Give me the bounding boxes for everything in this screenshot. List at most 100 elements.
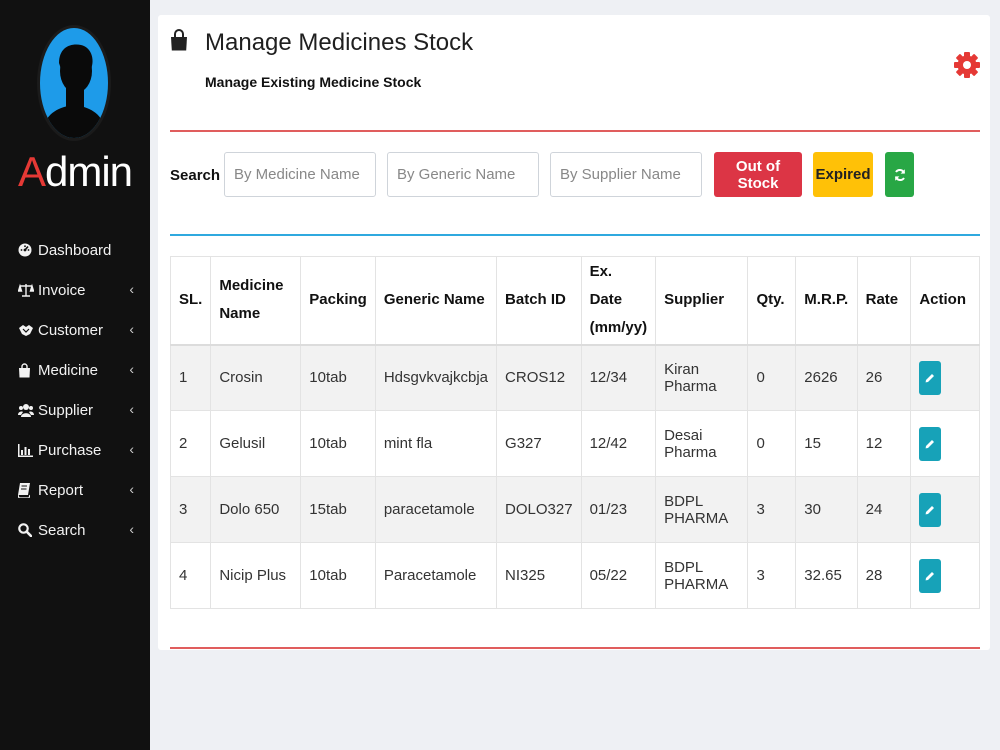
cell-medicine-name: Crosin: [210, 344, 302, 411]
medicine-name-search-input[interactable]: [224, 152, 376, 197]
brand-first-letter: A: [17, 148, 46, 195]
cell-sl: 2: [169, 410, 212, 477]
brand-rest: dmin: [44, 148, 133, 195]
cell-mrp: 32.65: [795, 542, 858, 609]
cell-generic-name: mint fla: [374, 410, 498, 477]
chevron-left-icon: ‹: [129, 321, 134, 337]
table-row: 4 Nicip Plus 10tab Paracetamole NI325 05…: [169, 542, 980, 609]
edit-button[interactable]: [919, 558, 942, 593]
cell-expiry-date: 01/23: [580, 476, 657, 543]
divider-top: [170, 130, 980, 132]
pencil-icon: [925, 571, 935, 580]
table-row: 1 Crosin 10tab Hdsgvkvajkcbja CROS12 12/…: [169, 344, 980, 411]
cell-generic-name: paracetamole: [374, 476, 498, 543]
table-row: 2 Gelusil 10tab mint fla G327 12/42 Desa…: [169, 410, 980, 477]
divider-search: [170, 234, 980, 236]
page-title: Manage Medicines Stock: [205, 29, 474, 56]
sidebar-item-label: Medicine: [38, 361, 99, 379]
handshake-icon: [18, 323, 38, 337]
cell-packing: 10tab: [300, 542, 376, 609]
cell-rate: 12: [856, 410, 912, 477]
book-icon: [18, 482, 38, 498]
cell-expiry-date: 12/42: [580, 410, 657, 477]
sidebar-item-medicine[interactable]: Medicine ‹: [0, 350, 150, 390]
sidebar-item-search[interactable]: Search ‹: [0, 510, 150, 550]
users-icon: [18, 403, 38, 418]
balance-scale-icon: [18, 283, 38, 297]
cell-action: [910, 344, 980, 411]
cell-mrp: 30: [795, 476, 858, 543]
edit-button[interactable]: [919, 492, 942, 527]
column-header-sl: SL.: [169, 256, 212, 346]
chevron-left-icon: ‹: [129, 401, 134, 417]
sidebar-item-dashboard[interactable]: Dashboard: [0, 230, 150, 270]
cell-generic-name: Hdsgvkvajkcbja: [374, 344, 498, 411]
supplier-name-search-input[interactable]: [550, 152, 702, 197]
edit-button[interactable]: [919, 360, 942, 395]
cell-batch-id: G327: [496, 410, 582, 477]
cell-supplier: BDPL PHARMA: [655, 476, 749, 543]
column-header-medicine-name: Medicine Name: [210, 256, 302, 346]
cell-expiry-date: 12/34: [580, 344, 657, 411]
cell-sl: 1: [169, 344, 212, 411]
cell-qty: 3: [747, 476, 797, 543]
refresh-icon: [894, 168, 905, 181]
cell-medicine-name: Dolo 650: [210, 476, 302, 543]
sidebar-item-customer[interactable]: Customer ‹: [0, 310, 150, 350]
sidebar-item-invoice[interactable]: Invoice ‹: [0, 270, 150, 310]
sidebar-item-label: Invoice: [38, 281, 86, 299]
expired-button[interactable]: Expired: [813, 152, 873, 197]
column-header-rate: Rate: [856, 256, 912, 346]
sidebar-item-label: Customer: [38, 321, 104, 339]
cell-mrp: 15: [795, 410, 858, 477]
cell-generic-name: Paracetamole: [374, 542, 498, 609]
shopping-bag-icon: [18, 362, 38, 378]
cell-expiry-date: 05/22: [580, 542, 657, 609]
chevron-left-icon: ‹: [129, 481, 134, 497]
cell-supplier: Kiran Pharma: [655, 344, 749, 411]
admin-avatar[interactable]: [37, 25, 111, 141]
bar-chart-icon: [18, 443, 38, 457]
column-header-packing: Packing: [300, 256, 376, 346]
sidebar-item-label: Supplier: [38, 401, 94, 419]
sidebar-item-label: Purchase: [38, 441, 102, 459]
cell-action: [910, 542, 980, 609]
column-header-batch-id: Batch ID: [496, 256, 582, 346]
column-header-generic-name: Generic Name: [374, 256, 498, 346]
medicine-stock-table: SL. Medicine Name Packing Generic Name B…: [169, 256, 980, 609]
sidebar-nav: Dashboard Invoice ‹ Customer ‹ Medicine …: [0, 230, 150, 550]
cell-rate: 24: [856, 476, 912, 543]
user-silhouette-icon: [37, 25, 111, 141]
cell-qty: 0: [747, 410, 797, 477]
search-icon: [18, 523, 38, 537]
out-of-stock-button[interactable]: Out of Stock: [714, 152, 802, 197]
generic-name-search-input[interactable]: [387, 152, 539, 197]
pencil-icon: [925, 373, 935, 383]
column-header-expiry-date: Ex. Date (mm/yy): [580, 256, 657, 346]
divider-bottom: [170, 647, 980, 649]
refresh-button[interactable]: [885, 152, 914, 197]
cell-packing: 15tab: [300, 476, 376, 543]
column-header-qty: Qty.: [747, 256, 797, 346]
cell-batch-id: CROS12: [496, 344, 582, 411]
gear-icon[interactable]: [954, 52, 980, 83]
chevron-left-icon: ‹: [129, 361, 134, 377]
sidebar-item-report[interactable]: Report ‹: [0, 470, 150, 510]
cell-sl: 4: [169, 542, 212, 609]
sidebar-item-label: Search: [38, 521, 86, 539]
cell-medicine-name: Gelusil: [210, 410, 302, 477]
cell-sl: 3: [169, 476, 212, 543]
cell-batch-id: DOLO327: [496, 476, 582, 543]
cell-rate: 26: [856, 344, 912, 411]
sidebar-item-purchase[interactable]: Purchase ‹: [0, 430, 150, 470]
pencil-icon: [925, 505, 935, 514]
sidebar-item-supplier[interactable]: Supplier ‹: [0, 390, 150, 430]
cell-action: [910, 476, 980, 543]
dashboard-icon: [18, 243, 38, 257]
search-label: Search :: [170, 167, 230, 184]
column-header-mrp: M.R.P.: [795, 256, 858, 346]
chevron-left-icon: ‹: [129, 521, 134, 537]
edit-button[interactable]: [919, 426, 942, 461]
cell-supplier: Desai Pharma: [655, 410, 749, 477]
brand-logo-text: Admin: [0, 148, 150, 196]
